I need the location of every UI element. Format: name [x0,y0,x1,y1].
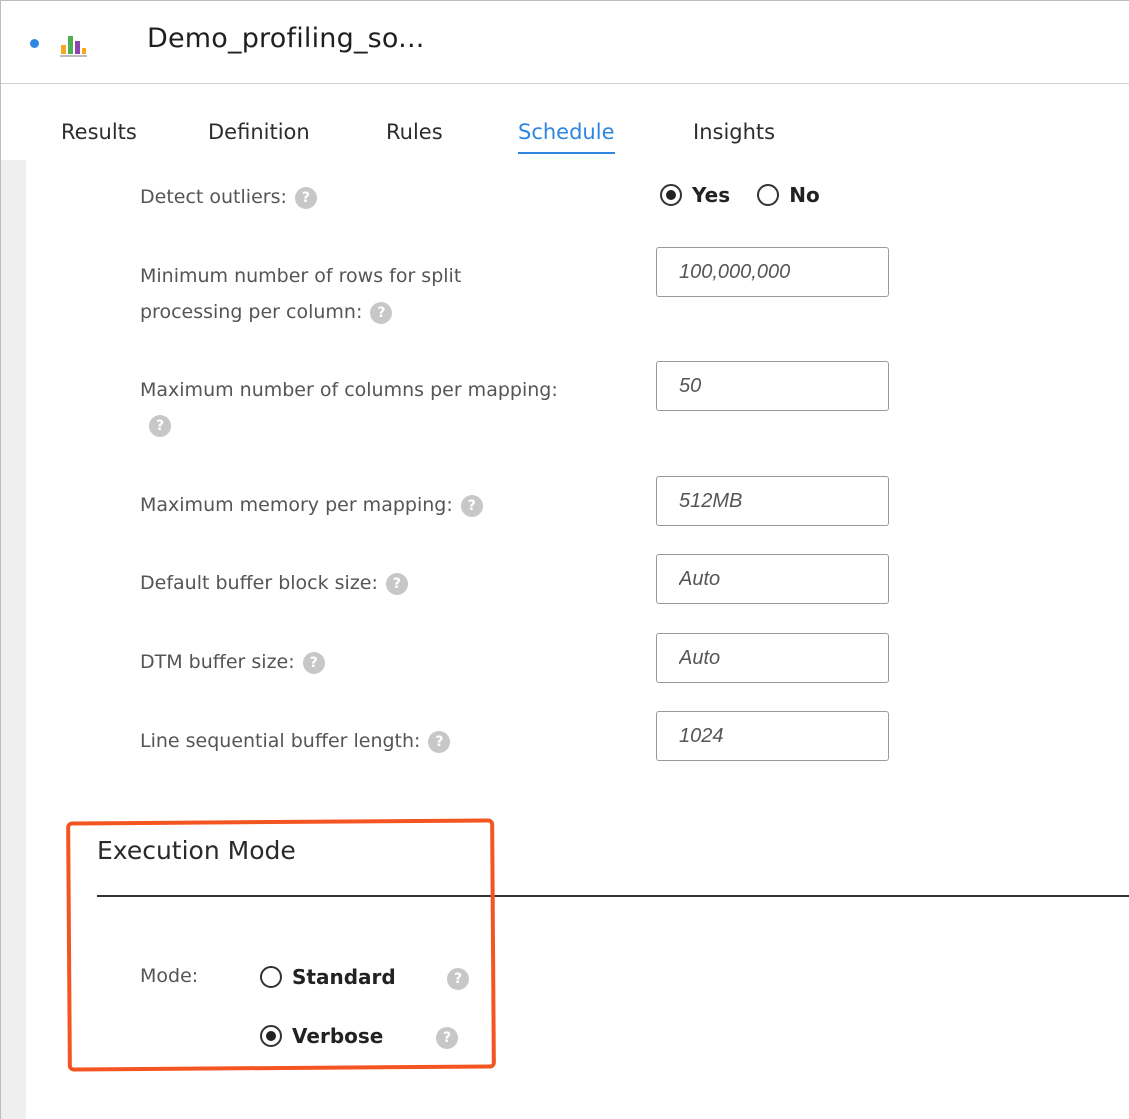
max-columns-input[interactable] [679,362,879,410]
help-icon[interactable]: ? [385,572,408,595]
line-sequential-input[interactable] [679,712,879,760]
bar-chart-icon [60,36,87,57]
max-columns-field[interactable] [656,361,889,411]
max-columns-help: ? [149,415,171,437]
tab-insights[interactable]: Insights [693,120,775,144]
tab-rules[interactable]: Rules [386,120,443,144]
header: Demo_profiling_so... [1,1,1129,84]
help-icon[interactable]: ? [428,730,451,753]
dtm-buffer-input[interactable] [679,634,879,682]
min-rows-label-row2: processing per column:? [140,294,393,330]
line-sequential-label: Line sequential buffer length: [140,730,421,752]
radio-no-label: No [789,183,820,207]
radio-no[interactable]: No [757,183,820,207]
tab-bar: Results Definition Rules Schedule Insigh… [1,84,1129,160]
help-icon[interactable]: ? [302,651,325,674]
status-dot [30,39,39,48]
tab-schedule[interactable]: Schedule [518,120,615,154]
tab-results[interactable]: Results [61,120,137,144]
dtm-buffer-label: DTM buffer size: [140,651,295,673]
min-rows-label-line1: Minimum number of rows for split [140,265,462,287]
help-icon[interactable]: ? [294,186,317,209]
dtm-buffer-field[interactable] [656,633,889,683]
page-title: Demo_profiling_so... [147,23,425,54]
max-memory-label: Maximum memory per mapping: [140,494,453,516]
min-rows-label-line2: processing per column: [140,301,363,323]
help-icon[interactable]: ? [149,415,171,437]
line-sequential-field[interactable] [656,711,889,761]
max-memory-field[interactable] [656,476,889,526]
execution-mode-highlight [66,818,496,1072]
dtm-buffer-row: DTM buffer size:? [140,644,325,680]
line-sequential-row: Line sequential buffer length:? [140,723,451,759]
min-rows-field[interactable] [656,247,889,297]
radio-selected-icon [660,184,682,206]
detect-outliers-radio-group: Yes No [660,183,820,207]
min-rows-input[interactable] [679,248,879,296]
max-memory-input[interactable] [679,477,879,525]
detect-outliers-label: Detect outliers: [140,186,287,208]
radio-yes[interactable]: Yes [660,183,731,207]
max-memory-row: Maximum memory per mapping:? [140,487,483,523]
default-buffer-row: Default buffer block size:? [140,565,408,601]
help-icon[interactable]: ? [370,301,393,324]
radio-unselected-icon [757,184,780,206]
help-icon[interactable]: ? [460,494,483,517]
schedule-panel: Detect outliers:? Yes No Minimum number … [26,160,1129,1119]
default-buffer-input[interactable] [679,555,879,603]
default-buffer-label: Default buffer block size: [140,572,378,594]
default-buffer-field[interactable] [656,554,889,604]
max-columns-label: Maximum number of columns per mapping: [140,379,558,401]
side-strip [1,160,26,1119]
tab-definition[interactable]: Definition [208,120,310,144]
radio-yes-label: Yes [692,183,731,207]
detect-outliers-row: Detect outliers:? [140,179,317,215]
